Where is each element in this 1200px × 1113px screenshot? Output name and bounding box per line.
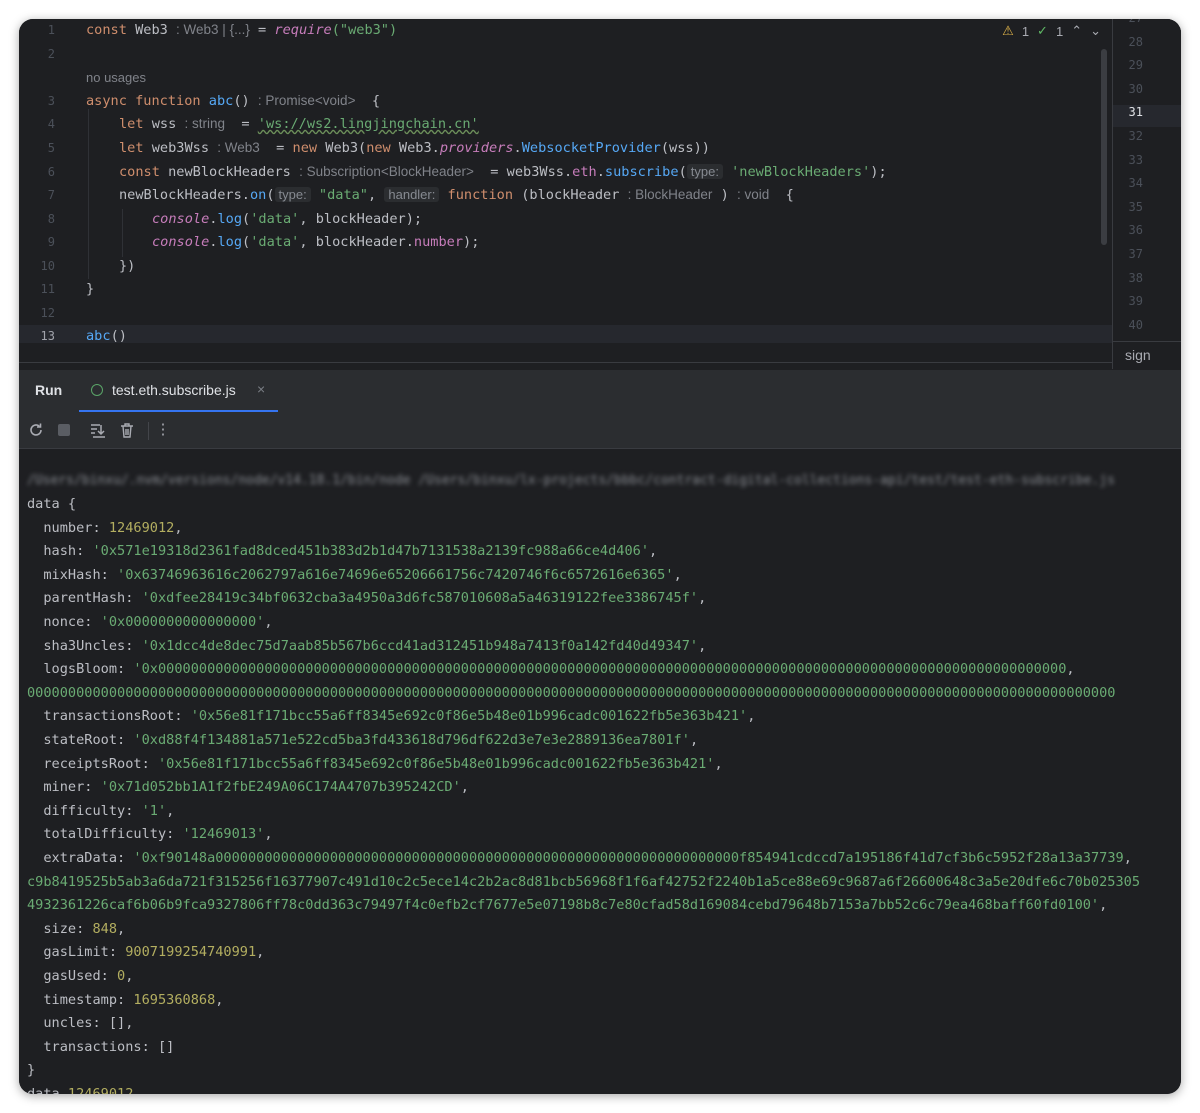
line-number: 40 [1128, 317, 1143, 332]
code-line-10: }) [119, 258, 136, 274]
pane-separator [1113, 341, 1181, 342]
run-panel-title: Run [35, 382, 63, 398]
line-number: 28 [1128, 34, 1143, 49]
code-editor[interactable]: 1 2 3 4 5 6 7 8 9 10 11 12 13 const Web3 : Web3 | {.… [19, 19, 1181, 344]
line-number: 4 [47, 117, 55, 131]
console-field: difficulty: '1', [27, 802, 175, 819]
line-number: 6 [47, 165, 55, 179]
console-object-close: } [27, 1062, 36, 1079]
console-field: nonce: '0x0000000000000000', [27, 614, 273, 630]
console-field-continuation: c9b8419525b5ab3a6da721f315256f16377907c4… [27, 873, 1141, 890]
line-number: 32 [1128, 129, 1143, 143]
line-number: 9 [47, 235, 55, 249]
toolbar-separator [148, 422, 149, 440]
code-line-6: const newBlockHeaders : Subscription<Blo… [119, 164, 887, 180]
indent-guide [122, 209, 123, 257]
code-line-7: newBlockHeaders.on(type: "data", handler… [119, 187, 794, 203]
ide-window: 1 2 3 4 5 6 7 8 9 10 11 12 13 const Web3 : Web3 | {.… [19, 19, 1181, 1094]
console-field: miner: '0x71d052bb1A1f2fbE249A06C174A470… [27, 779, 469, 796]
console-field: gasUsed: 0, [27, 968, 134, 984]
line-number: 7 [47, 188, 55, 202]
console-output[interactable]: /Users/binxu/.nvm/versions/node/v14.18.1… [19, 449, 1181, 1094]
line-number: 36 [1128, 223, 1143, 238]
console-object-open: data { [27, 496, 77, 512]
line-number: 29 [1128, 58, 1143, 73]
code-line-9: console.log('data', blockHeader.number); [152, 234, 480, 250]
console-field: totalDifficulty: '12469013', [27, 826, 273, 843]
secondary-pane-label: sign [1125, 347, 1151, 363]
warning-icon: ⚠ [1002, 23, 1014, 38]
console-field: timestamp: 1695360868, [27, 991, 224, 1008]
more-icon[interactable]: ⋮ [154, 421, 172, 439]
indent-guide [88, 109, 89, 279]
console-field: number: 12469012, [27, 519, 183, 536]
line-number: 10 [40, 259, 55, 273]
console-field: gasLimit: 9007199254740991, [27, 944, 265, 961]
line-number: 37 [1128, 247, 1143, 261]
console-field: mixHash: '0x63746963616c2062797a616e7469… [27, 566, 682, 583]
line-number: 1 [47, 23, 55, 37]
console-field: transactions: [] [27, 1038, 175, 1055]
code-line-13: abc() [86, 328, 127, 344]
secondary-editor-pane[interactable]: 27 28 29 30 31 32 33 34 35 36 37 38 39 40 sign [1113, 19, 1181, 369]
console-field: receiptsRoot: '0x56e81f171bcc55a6ff8345e… [27, 755, 723, 772]
chevron-down-icon[interactable]: ⌄ [1090, 23, 1101, 39]
check-count: 1 [1055, 23, 1064, 39]
close-icon[interactable]: × [257, 381, 265, 397]
code-line-3: async function abc() : Promise<void> { [86, 93, 381, 109]
no-usages-hint[interactable]: no usages [86, 70, 146, 85]
line-number: 5 [47, 141, 55, 155]
trash-icon[interactable] [118, 421, 136, 439]
line-number: 27 [1113, 19, 1143, 25]
console-field: parentHash: '0xdfee28419c34bf0632cba3a49… [27, 590, 707, 607]
line-number: 38 [1128, 270, 1143, 285]
line-number: 33 [1128, 152, 1143, 167]
line-number: 12 [40, 306, 55, 320]
console-field: extraData: '0xf90148a0000000000000000000… [27, 850, 1132, 866]
console-field: hash: '0x571e19318d2361fad8dced451b383d2… [27, 543, 658, 560]
tab-test-eth-subscribe[interactable]: test.eth.subscribe.js × [79, 370, 278, 412]
line-number: 13 [40, 329, 55, 343]
line-number: 34 [1128, 176, 1143, 191]
console-field: transactionsRoot: '0x56e81f171bcc55a6ff8… [27, 708, 756, 725]
console-field: sha3Uncles: '0x1dcc4de8dec75d7aab85b567b… [27, 637, 707, 654]
line-number: 11 [40, 282, 55, 296]
code-line-4: let wss : string = 'ws://ws2.lingjingcha… [119, 116, 479, 132]
run-panel-header: Run test.eth.subscribe.js × [19, 370, 1181, 412]
nodejs-icon [91, 384, 103, 396]
console-command-line: /Users/binxu/.nvm/versions/node/v14.18.1… [27, 473, 1115, 488]
editor-scrollbar[interactable] [1101, 49, 1107, 245]
line-number: 2 [47, 47, 55, 61]
check-icon: ✓ [1037, 23, 1048, 38]
console-field-continuation: 4932361226caf6b06b9fca9327806ff78c0dd363… [27, 897, 1108, 914]
line-number: 30 [1128, 81, 1143, 96]
run-toolbar: ⋮ [19, 412, 1181, 449]
code-line-11: } [86, 281, 95, 297]
line-number: 8 [47, 212, 55, 226]
line-number: 31 [1128, 105, 1143, 120]
line-number: 39 [1128, 294, 1143, 309]
code-line-8: console.log('data', blockHeader); [152, 211, 423, 227]
tab-label: test.eth.subscribe.js [112, 382, 236, 398]
console-field: logsBloom: '0x00000000000000000000000000… [27, 661, 1075, 678]
warning-count: 1 [1021, 23, 1030, 39]
line-number: 35 [1128, 199, 1143, 214]
console-field: stateRoot: '0xd88f4f134881a571e522cd5ba3… [27, 732, 699, 748]
rerun-icon[interactable] [27, 421, 45, 439]
panel-divider[interactable] [19, 362, 1113, 363]
code-area[interactable]: const Web3 : Web3 | {...} = require("web… [86, 19, 1106, 344]
stop-icon[interactable] [55, 421, 73, 439]
code-line-5: let web3Wss : Web3 = new Web3(new Web3.p… [119, 140, 710, 156]
inspection-widget[interactable]: ⚠ 1 ✓ 1 ⌃ ⌄ [1002, 23, 1101, 39]
code-line-1: const Web3 : Web3 | {...} = require("web… [86, 22, 398, 38]
line-number: 3 [47, 94, 55, 108]
scroll-to-end-icon[interactable] [89, 421, 107, 439]
console-field-continuation: 0000000000000000000000000000000000000000… [27, 684, 1116, 701]
console-field: uncles: [], [27, 1015, 134, 1032]
chevron-up-icon[interactable]: ⌃ [1071, 23, 1082, 39]
console-data-line: data 12469012 [27, 1086, 134, 1094]
line-number-gutter: 1 2 3 4 5 6 7 8 9 10 11 12 13 [19, 19, 71, 343]
console-field: size: 848, [27, 920, 126, 937]
